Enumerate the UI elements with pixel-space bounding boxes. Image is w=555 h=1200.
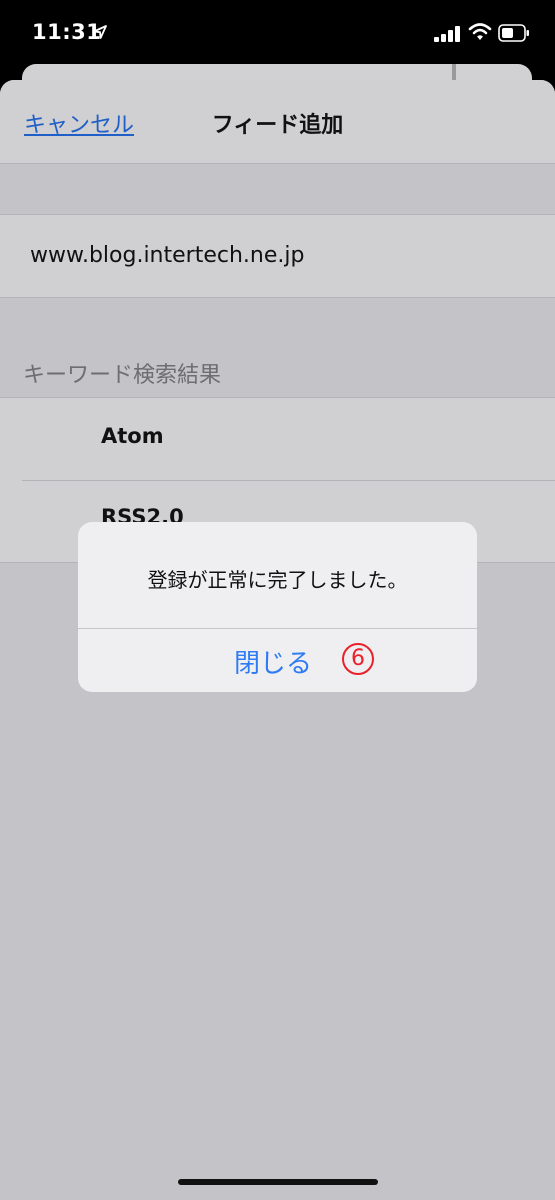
page-title: フィード追加 [0, 107, 555, 139]
section-spacer [0, 164, 555, 214]
page-title-text: フィード追加 [211, 113, 344, 138]
url-field[interactable]: www.blog.intertech.ne.jp [0, 214, 555, 298]
status-time: 11:31 [32, 20, 102, 44]
url-field-value: www.blog.intertech.ne.jp [30, 243, 305, 268]
results-section-header: キーワード検索結果 [23, 363, 222, 388]
close-button[interactable]: 閉じる 6 [78, 629, 477, 692]
status-bar: 11:31 [0, 0, 555, 66]
cellular-signal-icon [434, 26, 460, 42]
step-marker: 6 [342, 643, 374, 675]
navigation-bar: キャンセル フィード追加 [0, 80, 555, 164]
home-indicator[interactable] [178, 1179, 378, 1185]
close-button-label: 閉じる [234, 649, 313, 679]
result-item-label: Atom [101, 424, 164, 448]
location-arrow-icon [93, 25, 107, 39]
battery-icon [498, 24, 529, 42]
alert-dialog: 登録が正常に完了しました。 閉じる 6 [78, 522, 477, 692]
result-item-atom[interactable]: Atom [0, 398, 555, 480]
alert-message: 登録が正常に完了しました。 [147, 568, 408, 592]
wifi-icon [468, 23, 492, 40]
